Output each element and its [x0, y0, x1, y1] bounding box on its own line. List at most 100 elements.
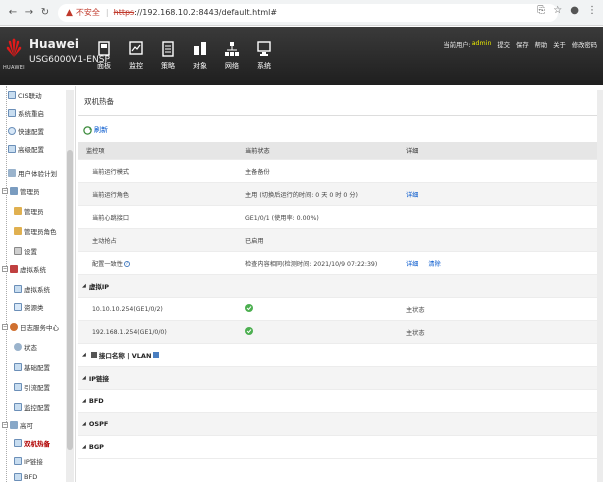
nav-network[interactable]: 网络: [218, 41, 246, 71]
resource-class-icon: [14, 303, 22, 311]
collapse-icon[interactable]: −: [2, 188, 8, 194]
tree-item-vsys[interactable]: 虚拟系统: [14, 282, 50, 296]
help-link[interactable]: 帮助: [535, 40, 548, 49]
tree-item-reboot[interactable]: 系统重启: [8, 106, 44, 120]
nav-label: 监控: [129, 62, 143, 70]
tree-item-log-center[interactable]: − 日志服务中心: [2, 320, 59, 334]
detail-link[interactable]: 详细: [406, 261, 418, 268]
object-icon: [194, 42, 206, 55]
hot-standby-icon: [14, 439, 22, 447]
admin-group-icon: [10, 187, 18, 195]
section-interface-vlan[interactable]: ◢ 接口名称 | VLAN: [78, 344, 603, 367]
table-row: 192.168.1.254(GE1/0/0) 主状态: [78, 321, 603, 344]
browser-toolbar: ← → ↻ ▲ 不安全 | https ://192.168.10.2:8443…: [0, 0, 603, 26]
forward-icon[interactable]: →: [22, 6, 36, 20]
tree-item-hot-standby[interactable]: 双机热备: [14, 436, 50, 450]
tree-item-status[interactable]: 状态: [14, 340, 37, 354]
tree-item-monitor-config[interactable]: 监控配置: [14, 400, 50, 414]
tree-item-vsys-group[interactable]: − 虚拟系统: [2, 262, 46, 276]
tree-item-ip-link[interactable]: IP链接: [14, 454, 43, 468]
expand-triangle-icon[interactable]: ◢: [82, 398, 86, 404]
quick-config-icon: [8, 127, 16, 135]
nav-label: 对象: [193, 62, 207, 70]
refresh-button[interactable]: 刷新: [94, 125, 108, 135]
translate-icon[interactable]: ⎘: [537, 5, 545, 16]
save-link[interactable]: 保存: [516, 40, 529, 49]
tree-item-admin[interactable]: 管理员: [14, 204, 44, 218]
tree-item-advanced-config[interactable]: 高级配置: [8, 142, 44, 156]
help-icon[interactable]: ?: [123, 260, 130, 267]
settings-icon: [14, 247, 22, 255]
tree-scrollbar-thumb[interactable]: [67, 150, 73, 450]
cis-icon: [8, 91, 16, 99]
nav-dashboard[interactable]: 面板: [90, 41, 118, 71]
table-row: 当前运行模式 主备备份: [78, 160, 603, 183]
vsys-group-icon: [10, 265, 18, 273]
toolbar: 刷新: [78, 119, 603, 141]
refresh-icon[interactable]: [83, 125, 92, 135]
current-user: admin: [471, 40, 492, 47]
expand-triangle-icon[interactable]: ◢: [82, 375, 86, 381]
system-icon: [257, 41, 271, 56]
tree-item-admin-group[interactable]: − 管理员: [2, 184, 40, 198]
expand-triangle-icon[interactable]: ◢: [82, 421, 86, 427]
commit-link[interactable]: 提交: [497, 40, 510, 49]
tree-scrollbar[interactable]: [66, 90, 74, 482]
table-row: 10.10.10.254(GE1/0/2) 主状态: [78, 298, 603, 321]
collapse-icon[interactable]: −: [2, 324, 8, 330]
monitor-config-icon: [14, 403, 22, 411]
admin-icon: [14, 207, 22, 215]
basic-config-icon: [14, 363, 22, 371]
table-row: 当前心跳接口 GE1/0/1 (使用率: 0.00%): [78, 206, 603, 229]
ha-status-table: 监控项 当前状态 详细 当前运行模式 主备备份 当前运行角色 主用 (切换后运行…: [78, 142, 603, 459]
section-ip-link[interactable]: ◢ IP链接: [78, 367, 603, 390]
tree-item-bfd[interactable]: BFD: [14, 470, 37, 482]
nav-label: 系统: [257, 62, 271, 70]
admin-role-icon: [14, 227, 22, 235]
table-row: 配置一致性? 检查内容相同(检测时间: 2021/10/9 07:22:39) …: [78, 252, 603, 275]
tree-item-quick-config[interactable]: 快速配置: [8, 124, 44, 138]
section-virtual-ip[interactable]: ◢ 虚拟IP: [78, 275, 603, 298]
tree-item-settings[interactable]: 设置: [14, 244, 37, 258]
ip-link-icon: [14, 457, 22, 465]
diversion-config-icon: [14, 383, 22, 391]
back-icon[interactable]: ←: [6, 6, 20, 20]
ha-group-icon: [10, 421, 18, 429]
section-bgp[interactable]: ◢ BGP: [78, 436, 603, 459]
reload-icon[interactable]: ↻: [38, 6, 52, 20]
nav-monitor[interactable]: 监控: [122, 41, 150, 71]
account-icon[interactable]: ●: [570, 5, 579, 16]
nav-policy[interactable]: 策略: [154, 41, 182, 71]
expand-triangle-icon[interactable]: ◢: [82, 283, 86, 289]
section-ospf[interactable]: ◢ OSPF: [78, 413, 603, 436]
menu-icon[interactable]: ⋮: [587, 5, 597, 16]
tree-item-admin-role[interactable]: 管理员角色: [14, 224, 57, 238]
nav-object[interactable]: 对象: [186, 41, 214, 71]
clear-link[interactable]: 清除: [428, 261, 440, 268]
main-scrollbar[interactable]: [597, 90, 603, 482]
section-bfd[interactable]: ◢ BFD: [78, 390, 603, 413]
bookmark-star-icon[interactable]: ☆: [553, 5, 562, 16]
about-link[interactable]: 关于: [553, 40, 566, 49]
tree-item-ha-group[interactable]: − 高可: [2, 418, 33, 432]
app-header: HUAWEI Huawei USG6000V1-ENSP 面板 监控 策略 对象…: [0, 27, 603, 85]
collapse-icon[interactable]: −: [2, 266, 8, 272]
tree-item-basic-config[interactable]: 基础配置: [14, 360, 50, 374]
change-password-link[interactable]: 修改密码: [572, 40, 597, 49]
expand-triangle-icon[interactable]: ◢: [82, 352, 86, 358]
tree-item-ux-plan[interactable]: 用户体验计划: [8, 166, 57, 180]
column-header: 监控项: [86, 148, 105, 155]
nav-label: 策略: [161, 62, 175, 70]
table-row: 当前运行角色 主用 (切换后运行的时间: 0 天 0 时 0 分) 详细: [78, 183, 603, 206]
detail-link[interactable]: 详细: [406, 192, 418, 199]
ux-plan-icon: [8, 169, 16, 177]
nav-system[interactable]: 系统: [250, 41, 278, 71]
tree-item-diversion-config[interactable]: 引流配置: [14, 380, 50, 394]
tree-item-cis[interactable]: CIS联动: [8, 88, 42, 102]
collapse-icon[interactable]: −: [2, 422, 8, 428]
tree-item-resource-class[interactable]: 资源类: [14, 300, 44, 314]
expand-triangle-icon[interactable]: ◢: [82, 444, 86, 450]
monitor-icon: [129, 41, 143, 55]
address-bar[interactable]: ▲ 不安全 | https ://192.168.10.2:8443/defau…: [58, 3, 558, 22]
current-user-label: 当前用户:: [443, 42, 471, 49]
